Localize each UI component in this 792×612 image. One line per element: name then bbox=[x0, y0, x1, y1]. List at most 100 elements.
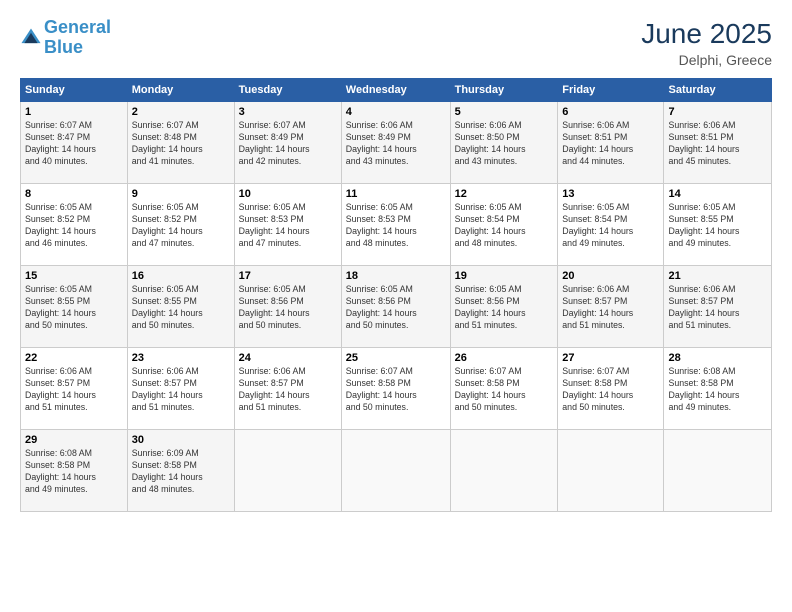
table-row: 28 Sunrise: 6:08 AM Sunset: 8:58 PM Dayli… bbox=[664, 348, 772, 430]
table-row: 20 Sunrise: 6:06 AM Sunset: 8:57 PM Dayli… bbox=[558, 266, 664, 348]
table-row: 18Sunrise: 6:05 AM Sunset: 8:56 PM Dayli… bbox=[341, 266, 450, 348]
day-number: 6 bbox=[562, 106, 659, 118]
table-row: 8 Sunrise: 6:05 AM Sunset: 8:52 PM Daylig… bbox=[21, 184, 128, 266]
table-row: 2Sunrise: 6:07 AM Sunset: 8:48 PM Daylig… bbox=[127, 102, 234, 184]
table-row: 13Sunrise: 6:05 AM Sunset: 8:54 PM Dayli… bbox=[558, 184, 664, 266]
table-row: 30 Sunrise: 6:09 AM Sunset: 8:58 PM Dayli… bbox=[127, 430, 234, 512]
day-info: Sunrise: 6:07 AM Sunset: 8:48 PM Dayligh… bbox=[132, 120, 230, 168]
day-info: Sunrise: 6:05 AM Sunset: 8:54 PM Dayligh… bbox=[455, 202, 554, 250]
logo: GeneralBlue bbox=[20, 18, 111, 58]
header-saturday: Saturday bbox=[664, 79, 772, 102]
day-info: Sunrise: 6:06 AM Sunset: 8:51 PM Dayligh… bbox=[668, 120, 767, 168]
day-number: 8 bbox=[25, 188, 123, 200]
day-info: Sunrise: 6:05 AM Sunset: 8:56 PM Dayligh… bbox=[346, 284, 446, 332]
header-tuesday: Tuesday bbox=[234, 79, 341, 102]
day-number: 20 bbox=[562, 270, 659, 282]
table-row: 24 Sunrise: 6:06 AM Sunset: 8:57 PM Dayli… bbox=[234, 348, 341, 430]
week-row-4: 22Sunrise: 6:06 AM Sunset: 8:57 PM Dayli… bbox=[21, 348, 772, 430]
day-info: Sunrise: 6:05 AM Sunset: 8:52 PM Dayligh… bbox=[25, 202, 123, 250]
weekday-header-row: Sunday Monday Tuesday Wednesday Thursday… bbox=[21, 79, 772, 102]
day-info: Sunrise: 6:07 AM Sunset: 8:47 PM Dayligh… bbox=[25, 120, 123, 168]
day-info: Sunrise: 6:05 AM Sunset: 8:55 PM Dayligh… bbox=[132, 284, 230, 332]
day-number: 19 bbox=[455, 270, 554, 282]
day-number: 25 bbox=[346, 352, 446, 364]
day-number: 26 bbox=[455, 352, 554, 364]
week-row-1: 1 Sunrise: 6:07 AM Sunset: 8:47 PM Daylig… bbox=[21, 102, 772, 184]
header-wednesday: Wednesday bbox=[341, 79, 450, 102]
table-row: 9 Sunrise: 6:05 AM Sunset: 8:52 PM Daylig… bbox=[127, 184, 234, 266]
day-number: 7 bbox=[668, 106, 767, 118]
day-info: Sunrise: 6:05 AM Sunset: 8:56 PM Dayligh… bbox=[239, 284, 337, 332]
table-row bbox=[450, 430, 558, 512]
day-info: Sunrise: 6:08 AM Sunset: 8:58 PM Dayligh… bbox=[668, 366, 767, 414]
day-info: Sunrise: 6:05 AM Sunset: 8:54 PM Dayligh… bbox=[562, 202, 659, 250]
header-thursday: Thursday bbox=[450, 79, 558, 102]
table-row: 22Sunrise: 6:06 AM Sunset: 8:57 PM Dayli… bbox=[21, 348, 128, 430]
header-friday: Friday bbox=[558, 79, 664, 102]
day-number: 30 bbox=[132, 434, 230, 446]
week-row-2: 8 Sunrise: 6:05 AM Sunset: 8:52 PM Daylig… bbox=[21, 184, 772, 266]
day-info: Sunrise: 6:09 AM Sunset: 8:58 PM Dayligh… bbox=[132, 448, 230, 496]
day-number: 16 bbox=[132, 270, 230, 282]
table-row bbox=[664, 430, 772, 512]
day-number: 21 bbox=[668, 270, 767, 282]
day-number: 23 bbox=[132, 352, 230, 364]
day-info: Sunrise: 6:06 AM Sunset: 8:57 PM Dayligh… bbox=[239, 366, 337, 414]
day-number: 28 bbox=[668, 352, 767, 364]
day-number: 24 bbox=[239, 352, 337, 364]
day-number: 1 bbox=[25, 106, 123, 118]
day-number: 3 bbox=[239, 106, 337, 118]
day-number: 11 bbox=[346, 188, 446, 200]
week-row-3: 15 Sunrise: 6:05 AM Sunset: 8:55 PM Dayli… bbox=[21, 266, 772, 348]
day-info: Sunrise: 6:06 AM Sunset: 8:57 PM Dayligh… bbox=[25, 366, 123, 414]
day-info: Sunrise: 6:06 AM Sunset: 8:50 PM Dayligh… bbox=[455, 120, 554, 168]
header: GeneralBlue June 2025 Delphi, Greece bbox=[20, 18, 772, 68]
calendar-table: Sunday Monday Tuesday Wednesday Thursday… bbox=[20, 78, 772, 512]
logo-icon bbox=[20, 27, 42, 49]
day-info: Sunrise: 6:05 AM Sunset: 8:52 PM Dayligh… bbox=[132, 202, 230, 250]
day-info: Sunrise: 6:07 AM Sunset: 8:58 PM Dayligh… bbox=[562, 366, 659, 414]
table-row: 17 Sunrise: 6:05 AM Sunset: 8:56 PM Dayli… bbox=[234, 266, 341, 348]
day-number: 5 bbox=[455, 106, 554, 118]
table-row: 7 Sunrise: 6:06 AM Sunset: 8:51 PM Daylig… bbox=[664, 102, 772, 184]
table-row: 27 Sunrise: 6:07 AM Sunset: 8:58 PM Dayli… bbox=[558, 348, 664, 430]
table-row: 16 Sunrise: 6:05 AM Sunset: 8:55 PM Dayli… bbox=[127, 266, 234, 348]
header-monday: Monday bbox=[127, 79, 234, 102]
day-info: Sunrise: 6:08 AM Sunset: 8:58 PM Dayligh… bbox=[25, 448, 123, 496]
table-row: 11 Sunrise: 6:05 AM Sunset: 8:53 PM Dayli… bbox=[341, 184, 450, 266]
day-number: 12 bbox=[455, 188, 554, 200]
day-info: Sunrise: 6:05 AM Sunset: 8:55 PM Dayligh… bbox=[668, 202, 767, 250]
day-number: 15 bbox=[25, 270, 123, 282]
table-row: 1 Sunrise: 6:07 AM Sunset: 8:47 PM Daylig… bbox=[21, 102, 128, 184]
logo-text: GeneralBlue bbox=[44, 18, 111, 58]
month-year: June 2025 bbox=[641, 18, 772, 50]
table-row: 14Sunrise: 6:05 AM Sunset: 8:55 PM Dayli… bbox=[664, 184, 772, 266]
table-row bbox=[341, 430, 450, 512]
day-info: Sunrise: 6:05 AM Sunset: 8:53 PM Dayligh… bbox=[346, 202, 446, 250]
table-row: 10Sunrise: 6:05 AM Sunset: 8:53 PM Dayli… bbox=[234, 184, 341, 266]
day-info: Sunrise: 6:07 AM Sunset: 8:49 PM Dayligh… bbox=[239, 120, 337, 168]
week-row-5: 29 Sunrise: 6:08 AM Sunset: 8:58 PM Dayli… bbox=[21, 430, 772, 512]
day-info: Sunrise: 6:06 AM Sunset: 8:51 PM Dayligh… bbox=[562, 120, 659, 168]
table-row: 12 Sunrise: 6:05 AM Sunset: 8:54 PM Dayli… bbox=[450, 184, 558, 266]
day-info: Sunrise: 6:05 AM Sunset: 8:53 PM Dayligh… bbox=[239, 202, 337, 250]
day-number: 9 bbox=[132, 188, 230, 200]
day-info: Sunrise: 6:06 AM Sunset: 8:57 PM Dayligh… bbox=[132, 366, 230, 414]
day-info: Sunrise: 6:05 AM Sunset: 8:55 PM Dayligh… bbox=[25, 284, 123, 332]
table-row: 26 Sunrise: 6:07 AM Sunset: 8:58 PM Dayli… bbox=[450, 348, 558, 430]
day-info: Sunrise: 6:06 AM Sunset: 8:49 PM Dayligh… bbox=[346, 120, 446, 168]
location: Delphi, Greece bbox=[641, 52, 772, 68]
day-info: Sunrise: 6:06 AM Sunset: 8:57 PM Dayligh… bbox=[562, 284, 659, 332]
table-row: 6 Sunrise: 6:06 AM Sunset: 8:51 PM Daylig… bbox=[558, 102, 664, 184]
table-row: 21Sunrise: 6:06 AM Sunset: 8:57 PM Dayli… bbox=[664, 266, 772, 348]
day-number: 27 bbox=[562, 352, 659, 364]
day-info: Sunrise: 6:07 AM Sunset: 8:58 PM Dayligh… bbox=[455, 366, 554, 414]
table-row: 25Sunrise: 6:07 AM Sunset: 8:58 PM Dayli… bbox=[341, 348, 450, 430]
table-row: 3 Sunrise: 6:07 AM Sunset: 8:49 PM Daylig… bbox=[234, 102, 341, 184]
day-number: 17 bbox=[239, 270, 337, 282]
title-block: June 2025 Delphi, Greece bbox=[641, 18, 772, 68]
day-number: 29 bbox=[25, 434, 123, 446]
table-row: 23 Sunrise: 6:06 AM Sunset: 8:57 PM Dayli… bbox=[127, 348, 234, 430]
day-number: 4 bbox=[346, 106, 446, 118]
table-row bbox=[234, 430, 341, 512]
